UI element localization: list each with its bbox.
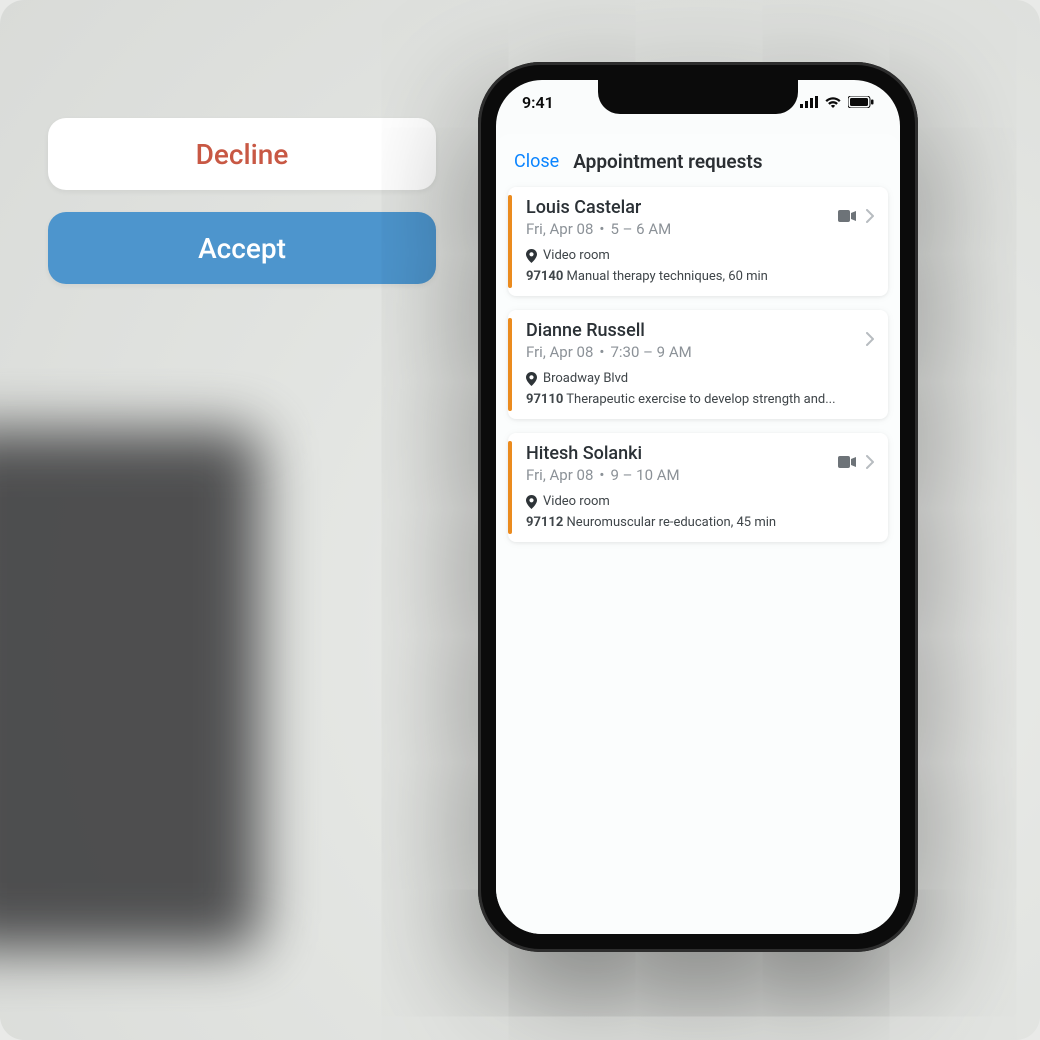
wifi-icon (824, 96, 842, 108)
appointment-sheet: Close Appointment requests Louis Castela… (496, 134, 900, 934)
desc-text: Manual therapy techniques, 60 min (567, 269, 768, 284)
appointment-location: Video room (526, 248, 874, 263)
request-card[interactable]: Hitesh SolankiFri, Apr 08•9 – 10 AMVideo… (508, 433, 888, 542)
card-right-icons (838, 197, 874, 223)
request-card[interactable]: Dianne Russell Fri, Apr 08•7:30 – 9 AM Bro… (508, 310, 888, 419)
appointment-desc: 97112 Neuromuscular re-education, 45 min (526, 515, 874, 530)
card-right-icons (838, 443, 874, 469)
decline-button[interactable]: Decline (48, 118, 436, 190)
sheet-header: Close Appointment requests (508, 148, 888, 187)
status-time: 9:41 (522, 93, 554, 112)
video-icon (838, 210, 856, 222)
phone-mockup: 9:41 Close Appointment requests Louis Ca… (478, 62, 918, 952)
chevron-right-icon (866, 332, 874, 346)
background-blur (0, 430, 260, 950)
appointment-date: Fri, Apr 08 (526, 466, 593, 484)
appointment-datetime: Fri, Apr 08•5 – 6 AM (526, 220, 671, 238)
card-accent (508, 318, 512, 411)
patient-name: Hitesh Solanki (526, 443, 680, 464)
appointment-datetime: Fri, Apr 08•9 – 10 AM (526, 466, 680, 484)
desc-text: Neuromuscular re-education, 45 min (567, 515, 777, 530)
location-pin-icon (526, 249, 537, 263)
appointment-time: 5 – 6 AM (610, 220, 671, 238)
status-indicators (800, 96, 874, 108)
dot-separator: • (593, 466, 610, 484)
appointment-time: 7:30 – 9 AM (610, 343, 691, 361)
sheet-title: Appointment requests (573, 150, 762, 173)
card-accent (508, 195, 512, 288)
chevron-right-icon (866, 209, 874, 223)
card-top: Louis Castelar Fri, Apr 08•5 – 6 AM (526, 197, 874, 238)
card-heading: Hitesh Solanki Fri, Apr 08•9 – 10 AM (526, 443, 680, 484)
phone-notch (598, 80, 798, 114)
card-heading: Dianne Russell Fri, Apr 08•7:30 – 9 AM (526, 320, 692, 361)
appointment-datetime: Fri, Apr 08•7:30 – 9 AM (526, 343, 692, 361)
appointment-date: Fri, Apr 08 (526, 220, 593, 238)
appointment-location: Video room (526, 494, 874, 509)
location-pin-icon (526, 495, 537, 509)
card-top: Dianne Russell Fri, Apr 08•7:30 – 9 AM (526, 320, 874, 361)
cpt-code: 97110 (526, 392, 563, 407)
video-icon (838, 456, 856, 468)
card-heading: Louis Castelar Fri, Apr 08•5 – 6 AM (526, 197, 671, 238)
card-top: Hitesh Solanki Fri, Apr 08•9 – 10 AM (526, 443, 874, 484)
action-buttons: Decline Accept (48, 118, 436, 306)
appointment-location: Broadway Blvd (526, 371, 874, 386)
card-accent (508, 441, 512, 534)
location-text: Video room (543, 248, 610, 263)
appointment-date: Fri, Apr 08 (526, 343, 593, 361)
appointment-desc: 97140 Manual therapy techniques, 60 min (526, 269, 874, 284)
location-pin-icon (526, 372, 537, 386)
accept-button[interactable]: Accept (48, 212, 436, 284)
card-right-icons (866, 320, 874, 346)
battery-icon (848, 96, 874, 108)
decline-label: Decline (196, 138, 289, 171)
dot-separator: • (593, 220, 610, 238)
chevron-right-icon (866, 455, 874, 469)
appointment-desc: 97110 Therapeutic exercise to develop st… (526, 392, 874, 407)
request-list: Louis CastelarFri, Apr 08•5 – 6 AMVideo … (508, 187, 888, 542)
phone-screen: 9:41 Close Appointment requests Louis Ca… (496, 80, 900, 934)
location-text: Broadway Blvd (543, 371, 628, 386)
location-text: Video room (543, 494, 610, 509)
cpt-code: 97140 (526, 269, 563, 284)
appointment-time: 9 – 10 AM (610, 466, 679, 484)
request-card[interactable]: Louis CastelarFri, Apr 08•5 – 6 AMVideo … (508, 187, 888, 296)
scene: Decline Accept 9:41 Close Appointment re… (0, 0, 1040, 1040)
signal-icon (800, 96, 818, 108)
accept-label: Accept (198, 232, 286, 265)
close-button[interactable]: Close (514, 151, 559, 172)
cpt-code: 97112 (526, 515, 563, 530)
dot-separator: • (593, 343, 610, 361)
patient-name: Dianne Russell (526, 320, 692, 341)
desc-text: Therapeutic exercise to develop strength… (566, 392, 835, 407)
patient-name: Louis Castelar (526, 197, 671, 218)
